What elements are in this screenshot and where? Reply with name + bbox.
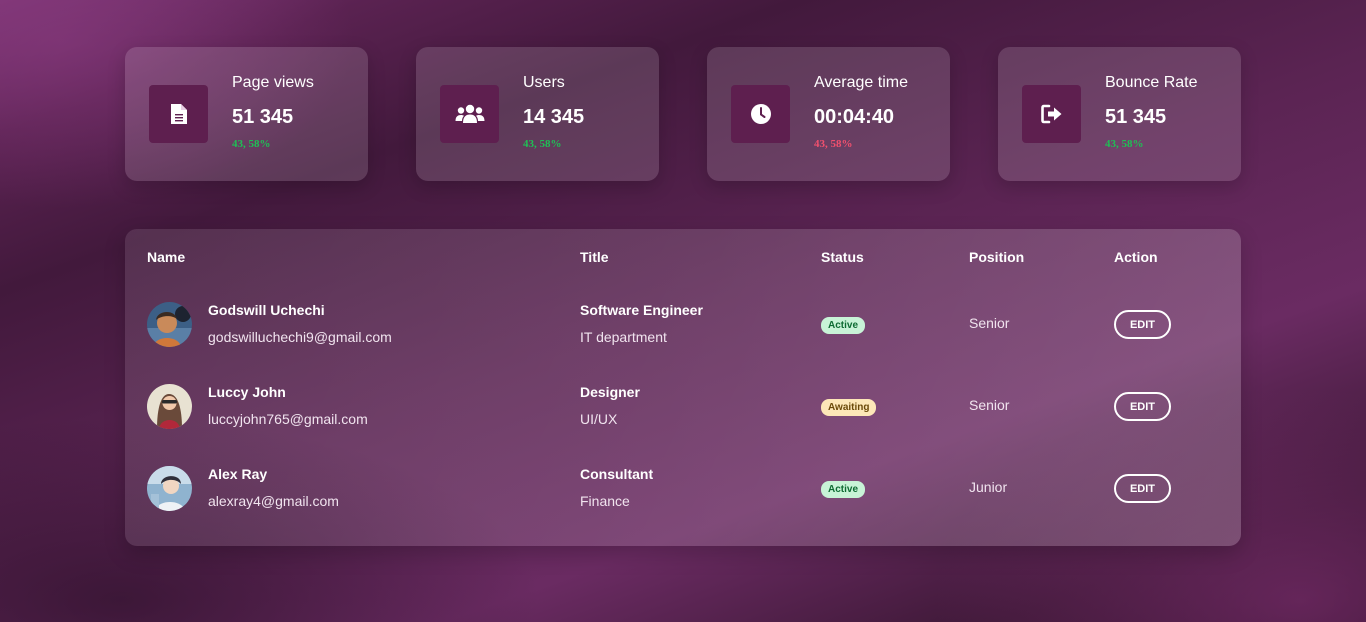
stat-card-page-views: Page views 51 345 43, 58% <box>125 47 368 181</box>
stat-change: 43, 58% <box>1105 138 1144 150</box>
header-position: Position <box>969 249 1025 265</box>
user-name: Luccy John <box>208 384 286 400</box>
avatar <box>147 384 192 429</box>
header-title: Title <box>580 249 609 265</box>
edit-button[interactable]: EDIT <box>1114 474 1171 503</box>
stat-value: 51 345 <box>232 106 294 128</box>
user-name: Alex Ray <box>208 466 268 482</box>
edit-button[interactable]: EDIT <box>1114 310 1171 339</box>
stat-change: 43, 58% <box>814 138 853 150</box>
table-row: Alex Ray alexray4@gmail.com Consultant F… <box>125 466 1241 548</box>
header-action: Action <box>1114 249 1158 265</box>
user-name: Godswill Uchechi <box>208 302 325 318</box>
stat-label: Bounce Rate <box>1105 74 1198 91</box>
stat-value: 14 345 <box>523 106 585 128</box>
user-email: luccyjohn765@gmail.com <box>208 411 368 427</box>
header-status: Status <box>821 249 864 265</box>
status-badge: Awaiting <box>821 399 877 416</box>
user-email: alexray4@gmail.com <box>208 493 339 509</box>
job-department: Finance <box>580 493 630 509</box>
status-badge: Active <box>821 317 866 334</box>
sign-out-icon <box>1022 85 1081 143</box>
user-email: godswilluchechi9@gmail.com <box>208 329 392 345</box>
stat-value: 00:04:40 <box>814 106 895 128</box>
clock-icon <box>731 85 790 143</box>
stat-change: 43, 58% <box>232 138 271 150</box>
users-icon <box>440 85 499 143</box>
stat-label: Page views <box>232 74 314 91</box>
header-name: Name <box>147 249 186 265</box>
stat-card-bounce-rate: Bounce Rate 51 345 43, 58% <box>998 47 1241 181</box>
position-text: Senior <box>969 397 1010 413</box>
stat-card-average-time: Average time 00:04:40 43, 58% <box>707 47 950 181</box>
job-title: Software Engineer <box>580 302 703 318</box>
table-row: Luccy John luccyjohn765@gmail.com Design… <box>125 384 1241 466</box>
position-text: Senior <box>969 315 1010 331</box>
table-row: Godswill Uchechi godswilluchechi9@gmail.… <box>125 302 1241 384</box>
edit-button[interactable]: EDIT <box>1114 392 1171 421</box>
avatar <box>147 466 192 511</box>
job-title: Designer <box>580 384 640 400</box>
stat-card-users: Users 14 345 43, 58% <box>416 47 659 181</box>
document-icon <box>149 85 208 143</box>
status-badge: Active <box>821 481 866 498</box>
stat-label: Average time <box>814 74 908 91</box>
job-title: Consultant <box>580 466 654 482</box>
stat-value: 51 345 <box>1105 106 1167 128</box>
position-text: Junior <box>969 479 1008 495</box>
job-department: UI/UX <box>580 411 618 427</box>
stat-change: 43, 58% <box>523 138 562 150</box>
job-department: IT department <box>580 329 667 345</box>
stat-label: Users <box>523 74 565 91</box>
avatar <box>147 302 192 347</box>
users-table: Name Title Status Position Action Godswi… <box>125 229 1241 546</box>
